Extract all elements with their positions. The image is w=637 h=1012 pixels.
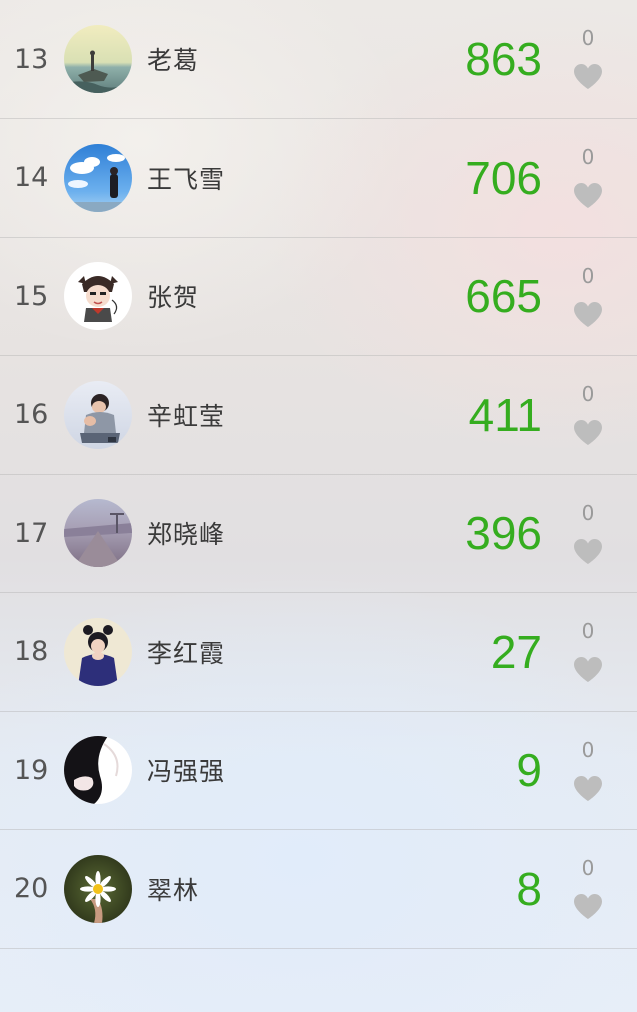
ranking-row[interactable]: 16 辛虹莹 411 0 [0, 356, 637, 475]
girl-with-buns-photo [64, 617, 132, 686]
heart-icon [574, 183, 602, 208]
heart-icon [574, 894, 602, 919]
step-score: 411 [468, 388, 542, 441]
heart-icon [574, 657, 602, 682]
avatar[interactable] [64, 499, 132, 568]
user-name: 王飞雪 [147, 164, 226, 194]
user-name: 冯强强 [147, 757, 226, 787]
user-name: 张贺 [147, 283, 200, 313]
rank-number: 18 [14, 636, 49, 668]
step-score: 863 [465, 33, 542, 85]
like-count: 0 [581, 737, 595, 762]
step-score: 9 [516, 744, 542, 797]
like-button[interactable]: 0 [570, 119, 606, 237]
rank-number: 20 [14, 873, 49, 905]
like-count: 0 [581, 26, 595, 50]
ranking-row[interactable]: 19 冯强强 9 0 [0, 712, 637, 830]
rank-number: 13 [14, 43, 49, 75]
daisy-flower-photo [64, 854, 132, 923]
user-name: 辛虹莹 [147, 401, 226, 431]
like-count: 0 [581, 382, 595, 406]
like-button[interactable]: 0 [570, 712, 606, 830]
like-count: 0 [581, 500, 595, 525]
seaside-fishing-photo [64, 25, 132, 93]
avatar[interactable] [64, 25, 132, 93]
step-score: 665 [465, 270, 542, 323]
like-button[interactable]: 0 [570, 475, 606, 593]
step-score: 706 [465, 151, 542, 204]
like-button[interactable]: 0 [570, 238, 606, 356]
avatar[interactable] [64, 736, 132, 805]
like-count: 0 [581, 856, 595, 880]
avatar[interactable] [64, 143, 132, 212]
avatar[interactable] [64, 380, 132, 449]
avatar[interactable] [64, 854, 132, 923]
user-name: 郑晓峰 [147, 520, 226, 550]
like-button[interactable]: 0 [570, 830, 606, 948]
step-score: 396 [465, 507, 542, 560]
ranking-row[interactable]: 18 李红霞 27 0 [0, 593, 637, 712]
ranking-row[interactable]: 14 王飞雪 706 0 [0, 119, 637, 238]
rank-number: 17 [14, 517, 49, 549]
user-name: 老葛 [147, 46, 200, 75]
ranking-list: 13 老葛 863 0 14 王飞雪 706 0 15 张贺 665 0 16 … [0, 0, 637, 949]
cartoon-character-photo [64, 262, 132, 331]
like-button[interactable]: 0 [570, 593, 606, 711]
heart-icon [574, 64, 602, 89]
step-score: 8 [516, 862, 542, 915]
heart-icon [574, 538, 602, 564]
like-count: 0 [581, 145, 595, 169]
ranking-row[interactable]: 15 张贺 665 0 [0, 238, 637, 356]
avatar[interactable] [64, 617, 132, 686]
like-count: 0 [581, 263, 595, 288]
like-button[interactable]: 0 [570, 0, 606, 118]
rank-number: 16 [14, 399, 49, 431]
rank-number: 19 [14, 754, 49, 786]
user-name: 翠林 [147, 875, 200, 905]
rank-number: 14 [14, 162, 49, 194]
child-sitting-photo [64, 380, 132, 449]
ranking-row[interactable]: 17 郑晓峰 396 0 [0, 475, 637, 593]
rank-number: 15 [14, 280, 49, 312]
step-score: 27 [490, 625, 542, 678]
avatar[interactable] [64, 262, 132, 331]
dark-silhouette-photo [64, 736, 132, 805]
user-name: 李红霞 [147, 638, 226, 668]
ranking-row[interactable]: 13 老葛 863 0 [0, 0, 637, 119]
like-count: 0 [581, 619, 595, 643]
like-button[interactable]: 0 [570, 356, 606, 474]
blue-sky-person-photo [64, 143, 132, 212]
heart-icon [574, 420, 602, 445]
street-scene-photo [64, 499, 132, 568]
ranking-row[interactable]: 20 翠林 8 0 [0, 830, 637, 949]
heart-icon [574, 775, 602, 801]
heart-icon [574, 301, 602, 327]
